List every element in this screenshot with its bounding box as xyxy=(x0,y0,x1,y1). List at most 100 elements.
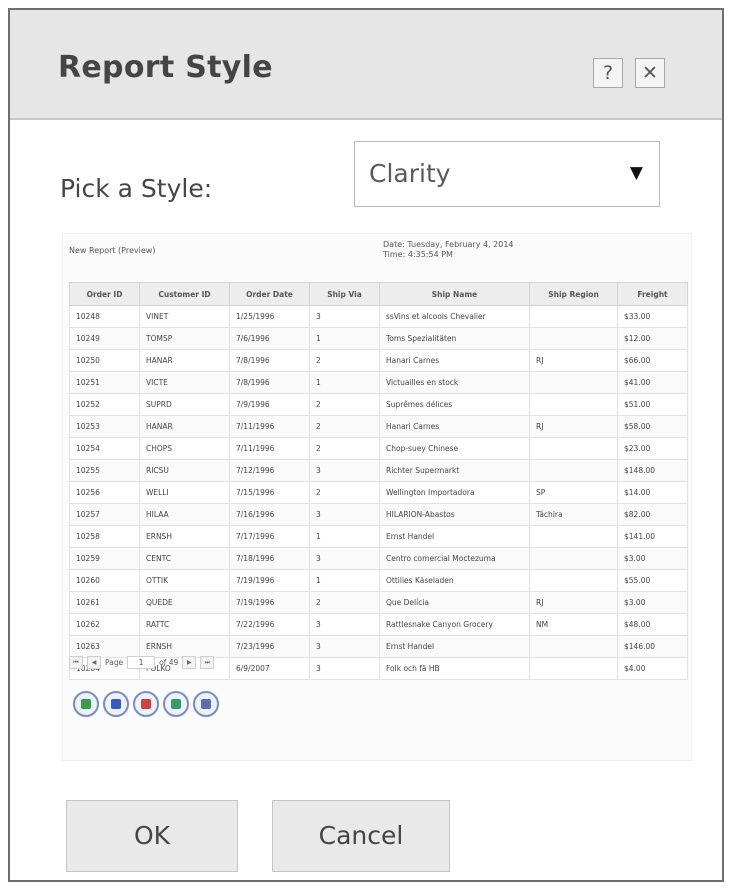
style-select-value: Clarity xyxy=(369,159,451,188)
table-cell: 7/8/1996 xyxy=(229,371,310,394)
table-cell: 7/12/1996 xyxy=(229,459,310,482)
help-button[interactable]: ? xyxy=(593,58,623,88)
table-cell: 10257 xyxy=(69,503,140,526)
export-word-icon[interactable] xyxy=(103,691,129,717)
table-cell: 7/11/1996 xyxy=(229,415,310,438)
table-cell: Folk och fä HB xyxy=(379,657,530,680)
table-cell: 3 xyxy=(309,459,380,482)
table-cell: RATTC xyxy=(139,613,230,636)
report-style-dialog: Report Style ? ✕ Pick a Style: Clarity ▼… xyxy=(8,8,724,882)
table-cell: Que Delícia xyxy=(379,591,530,614)
table-row: 10250 HANAR 7/8/1996 2 Hanari Carnes RJ $66.00 xyxy=(69,349,688,372)
table-cell xyxy=(529,525,618,548)
table-cell: 7/19/1996 xyxy=(229,569,310,592)
table-cell: 2 xyxy=(309,437,380,460)
export-toolbar xyxy=(73,691,219,717)
table-cell: Centro comercial Moctezuma xyxy=(379,547,530,570)
table-cell: 10261 xyxy=(69,591,140,614)
table-cell xyxy=(529,657,618,680)
table-cell: HANAR xyxy=(139,349,230,372)
first-page-button[interactable]: ⏮ xyxy=(69,655,83,669)
table-row: 10252 SUPRD 7/9/1996 2 Suprêmes délices $51.0… xyxy=(69,393,688,416)
column-header: Freight xyxy=(617,282,688,306)
table-cell: 1 xyxy=(309,327,380,350)
table-cell: 10259 xyxy=(69,547,140,570)
table-cell: $4.00 xyxy=(617,657,688,680)
table-cell: WELLI xyxy=(139,481,230,504)
table-cell: 10262 xyxy=(69,613,140,636)
column-header: Ship Via xyxy=(309,282,380,306)
table-cell: $14.00 xyxy=(617,481,688,504)
table-cell: RJ xyxy=(529,591,618,614)
table-cell: 7/22/1996 xyxy=(229,613,310,636)
table-row: 10258 ERNSH 7/17/1996 1 Ernst Handel $141.00 xyxy=(69,525,688,548)
table-cell: 10250 xyxy=(69,349,140,372)
table-cell: QUEDE xyxy=(139,591,230,614)
table-cell: $148.00 xyxy=(617,459,688,482)
table-cell: $66.00 xyxy=(617,349,688,372)
export-pdf-icon[interactable] xyxy=(133,691,159,717)
table-cell: 3 xyxy=(309,547,380,570)
table-cell: $41.00 xyxy=(617,371,688,394)
table-cell: 10260 xyxy=(69,569,140,592)
table-cell xyxy=(529,393,618,416)
table-cell: 7/6/1996 xyxy=(229,327,310,350)
table-cell xyxy=(529,305,618,328)
table-cell: 1 xyxy=(309,525,380,548)
table-cell: 10249 xyxy=(69,327,140,350)
export-excel-icon[interactable] xyxy=(73,691,99,717)
column-header: Ship Name xyxy=(379,282,530,306)
dialog-titlebar: Report Style ? ✕ xyxy=(10,10,722,120)
close-button[interactable]: ✕ xyxy=(635,58,665,88)
table-cell: VINET xyxy=(139,305,230,328)
cancel-button[interactable]: Cancel xyxy=(272,800,450,872)
table-cell: 7/16/1996 xyxy=(229,503,310,526)
table-cell: 1 xyxy=(309,371,380,394)
table-cell: 7/19/1996 xyxy=(229,591,310,614)
column-header: Order Date xyxy=(229,282,310,306)
table-cell: SP xyxy=(529,481,618,504)
table-cell: $51.00 xyxy=(617,393,688,416)
style-select[interactable]: Clarity ▼ xyxy=(354,141,660,207)
preview-table: Order ID Customer ID Order Date Ship Via Shi… xyxy=(69,282,688,680)
table-cell: 6/9/2007 xyxy=(229,657,310,680)
ok-button[interactable]: OK xyxy=(66,800,238,872)
table-cell: Táchira xyxy=(529,503,618,526)
table-cell: RICSU xyxy=(139,459,230,482)
table-cell: Chop-suey Chinese xyxy=(379,437,530,460)
export-html-icon[interactable] xyxy=(193,691,219,717)
page-label: Page xyxy=(105,657,124,667)
table-cell xyxy=(529,327,618,350)
preview-title: New Report (Preview) xyxy=(69,246,156,255)
table-cell: 10254 xyxy=(69,437,140,460)
next-page-button[interactable]: ▶ xyxy=(182,655,197,669)
table-cell: TOMSP xyxy=(139,327,230,350)
column-header: Order ID xyxy=(69,282,140,306)
table-cell: VICTE xyxy=(139,371,230,394)
table-cell: 3 xyxy=(309,635,380,658)
table-cell: Ernst Handel xyxy=(379,635,530,658)
last-page-button[interactable]: ⏭ xyxy=(200,655,215,669)
prev-page-button[interactable]: ◀ xyxy=(87,655,101,669)
export-csv-icon[interactable] xyxy=(163,691,189,717)
preview-date: Date: Tuesday, February 4, 2014 xyxy=(383,240,514,249)
table-cell: 1/25/1996 xyxy=(229,305,310,328)
table-cell: 10258 xyxy=(69,525,140,548)
table-cell xyxy=(529,547,618,570)
table-row: 10251 VICTE 7/8/1996 1 Victuailles en stock $… xyxy=(69,371,688,394)
table-cell: $3.00 xyxy=(617,591,688,614)
table-cell: 7/18/1996 xyxy=(229,547,310,570)
table-row: 10256 WELLI 7/15/1996 2 Wellington Importado… xyxy=(69,481,688,504)
table-cell xyxy=(529,437,618,460)
table-row: 10249 TOMSP 7/6/1996 1 Toms Spezialitäten $12… xyxy=(69,327,688,350)
table-cell: Rattlesnake Canyon Grocery xyxy=(379,613,530,636)
chevron-down-icon: ▼ xyxy=(629,163,643,183)
table-cell: 3 xyxy=(309,305,380,328)
table-row: 10260 OTTIK 7/19/1996 1 Ottilies Käseladen $5… xyxy=(69,569,688,592)
page-number-input[interactable]: 1 xyxy=(127,655,156,669)
table-cell: Ottilies Käseladen xyxy=(379,569,530,592)
table-cell: $146.00 xyxy=(617,635,688,658)
preview-datetime: Date: Tuesday, February 4, 2014 Time: 4:… xyxy=(383,240,514,260)
table-cell xyxy=(529,635,618,658)
table-cell: $58.00 xyxy=(617,415,688,438)
